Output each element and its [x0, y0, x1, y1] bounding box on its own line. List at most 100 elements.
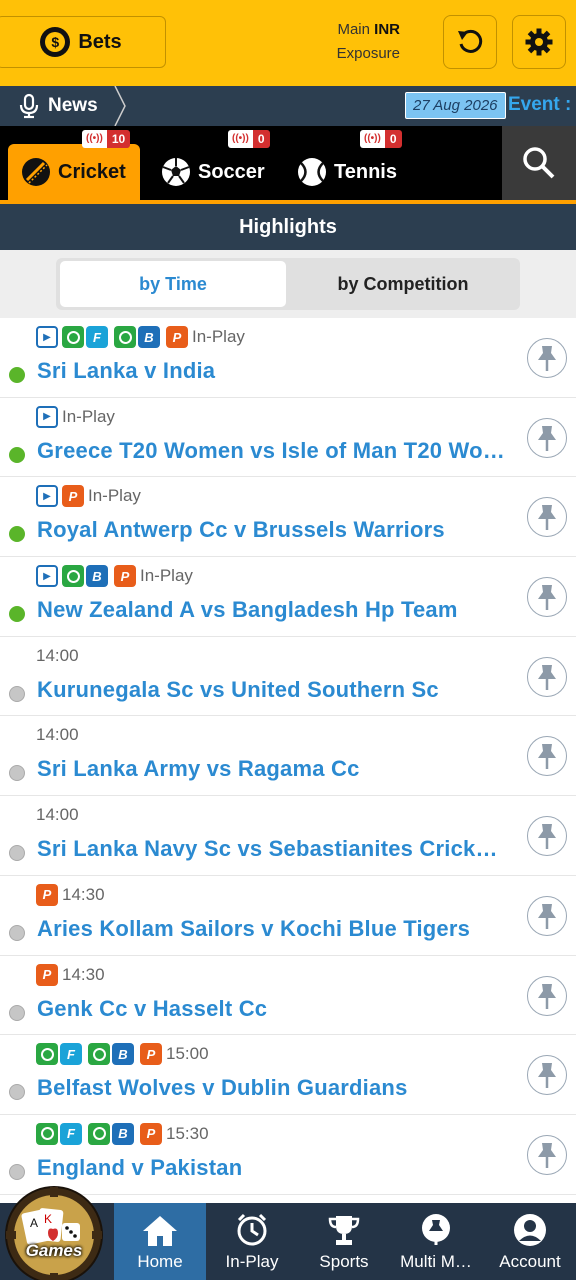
pin-match-button[interactable] — [527, 497, 567, 538]
match-name[interactable]: New Zealand A vs Bangladesh Hp Team — [37, 597, 521, 623]
match-status: 15:30 — [166, 1123, 209, 1143]
refresh-icon — [458, 29, 483, 53]
clock-icon — [237, 1213, 267, 1246]
news-label: News — [48, 95, 98, 116]
live-count-badge: ((•)) 10 — [82, 130, 131, 148]
match-status: In-Play — [140, 566, 193, 586]
nav-in-play[interactable]: In-Play — [206, 1203, 298, 1280]
match-meta: F B P 15:00 — [36, 1043, 209, 1066]
pin-match-button[interactable] — [527, 975, 567, 1016]
pin-match-button[interactable] — [527, 736, 567, 777]
live-stream-icon: ▶ — [36, 485, 58, 508]
match-row[interactable]: F B P 15:00 Belfast Wolves v Dublin Guardian… — [0, 1035, 576, 1115]
match-meta: P 14:30 — [36, 963, 105, 986]
pin-match-button[interactable] — [527, 1134, 567, 1175]
fancy-market-badge: F — [36, 1122, 82, 1145]
pin-match-button[interactable] — [527, 895, 567, 936]
match-row[interactable]: P 14:30 Aries Kollam Sailors v Kochi Blue … — [0, 875, 576, 956]
match-name[interactable]: Belfast Wolves v Dublin Guardians — [37, 1075, 521, 1101]
clock-icon — [88, 1043, 110, 1066]
tab-tennis[interactable]: ((•)) 0 Tennis — [296, 130, 402, 200]
tab-by-competition[interactable]: by Competition — [290, 261, 516, 307]
nav-sports[interactable]: Sports — [298, 1203, 390, 1280]
scheduled-indicator — [9, 845, 25, 862]
match-row[interactable]: 14:00 Sri Lanka Navy Sc vs Sebastianites … — [0, 796, 576, 876]
pin-icon — [538, 983, 556, 1009]
match-meta: F B P 15:30 — [36, 1122, 209, 1145]
match-name[interactable]: Sri Lanka v India — [37, 358, 521, 384]
scheduled-indicator — [9, 685, 25, 702]
match-status: In-Play — [62, 406, 115, 426]
settings-button[interactable] — [512, 15, 566, 69]
match-row[interactable]: P 14:30 Genk Cc v Hasselt Cc — [0, 955, 576, 1036]
premium-icon: P — [36, 883, 58, 906]
pin-match-button[interactable] — [527, 656, 567, 697]
match-name[interactable]: Kurunegala Sc vs United Southern Sc — [37, 677, 521, 703]
match-name[interactable]: Royal Antwerp Cc v Brussels Warriors — [37, 517, 521, 543]
bookmaker-market-badge: B — [62, 565, 108, 588]
tab-cricket-label: Cricket — [58, 160, 126, 183]
match-row[interactable]: ▶ In-Play Greece T20 Women vs Isle of Man … — [0, 397, 576, 478]
pin-match-button[interactable] — [527, 417, 567, 458]
premium-icon: P — [140, 1043, 162, 1066]
bookmaker-market-badge: B — [114, 326, 160, 348]
scheduled-indicator — [9, 1084, 25, 1101]
games-label: Games — [25, 1241, 83, 1260]
match-name[interactable]: Sri Lanka Navy Sc vs Sebastianites Crick… — [37, 836, 521, 862]
games-button[interactable]: A K Games — [2, 1183, 106, 1280]
sports-tab-bar: ((•)) 10 Cricket ((•)) 0 Soccer ((•)) 0 — [0, 126, 576, 204]
match-row[interactable]: ▶ B P In-Play New Zealand A vs Bangladesh Hp… — [0, 557, 576, 637]
bookmaker-market-badge: B — [88, 1043, 134, 1066]
live-signal-icon: ((•)) — [228, 130, 253, 148]
match-name[interactable]: Genk Cc v Hasselt Cc — [37, 996, 521, 1022]
match-name[interactable]: England v Pakistan — [37, 1155, 521, 1181]
match-meta: P 14:30 — [36, 883, 105, 906]
chevron-right-icon — [114, 86, 126, 126]
microphone-icon — [19, 93, 39, 119]
pin-match-button[interactable] — [527, 816, 567, 857]
search-icon — [523, 147, 555, 179]
match-meta: ▶ P In-Play — [36, 485, 141, 508]
fancy-icon: F — [60, 1043, 82, 1066]
match-row[interactable]: 14:00 Kurunegala Sc vs United Southern Sc — [0, 636, 576, 717]
casino-chip-icon: A K — [5, 1186, 103, 1280]
match-name[interactable]: Sri Lanka Army vs Ragama Cc — [37, 756, 521, 782]
match-row[interactable]: ▶ F B P In-Play Sri Lanka v India — [0, 318, 576, 398]
tab-soccer[interactable]: ((•)) 0 Soccer — [160, 130, 270, 200]
scheduled-indicator — [9, 1004, 25, 1021]
tennis-ball-icon — [298, 158, 326, 186]
nav-home[interactable]: Home — [114, 1203, 206, 1280]
live-count-badge: ((•)) 0 — [228, 130, 270, 148]
bets-button[interactable]: $ Bets — [0, 16, 166, 68]
event-label: Event : — [508, 94, 572, 115]
tab-by-time[interactable]: by Time — [60, 261, 286, 307]
nav-multi-markets[interactable]: Multi M… — [390, 1203, 482, 1280]
match-meta: 14:00 — [36, 645, 79, 667]
gear-icon — [525, 28, 553, 56]
bets-label: Bets — [78, 30, 122, 53]
live-stream-icon: ▶ — [36, 565, 58, 588]
tab-cricket[interactable]: ((•)) 10 Cricket — [8, 130, 140, 200]
pin-icon — [538, 1142, 556, 1168]
search-button[interactable] — [502, 126, 576, 200]
match-row[interactable]: ▶ P In-Play Royal Antwerp Cc v Brussels War… — [0, 477, 576, 558]
premium-icon: P — [36, 963, 58, 986]
bookmaker-icon: B — [112, 1122, 134, 1145]
svg-text:A: A — [30, 1216, 38, 1230]
pin-match-button[interactable] — [527, 577, 567, 618]
refresh-button[interactable] — [443, 15, 497, 69]
soccer-ball-icon — [162, 158, 190, 186]
nav-account[interactable]: Account — [484, 1203, 576, 1280]
match-name[interactable]: Greece T20 Women vs Isle of Man T20 Wo… — [37, 438, 521, 464]
currency-label: INR — [374, 21, 400, 38]
match-row[interactable]: 14:00 Sri Lanka Army vs Ragama Cc — [0, 716, 576, 797]
match-status: In-Play — [192, 327, 245, 346]
news-button[interactable]: News — [0, 86, 126, 126]
premium-icon: P — [166, 326, 188, 348]
pin-match-button[interactable] — [527, 338, 567, 378]
match-name[interactable]: Aries Kollam Sailors v Kochi Blue Tigers — [37, 916, 521, 942]
premium-icon: P — [62, 485, 84, 508]
pin-icon — [538, 824, 556, 850]
pin-match-button[interactable] — [527, 1055, 567, 1096]
match-meta: ▶ B P In-Play — [36, 565, 193, 588]
